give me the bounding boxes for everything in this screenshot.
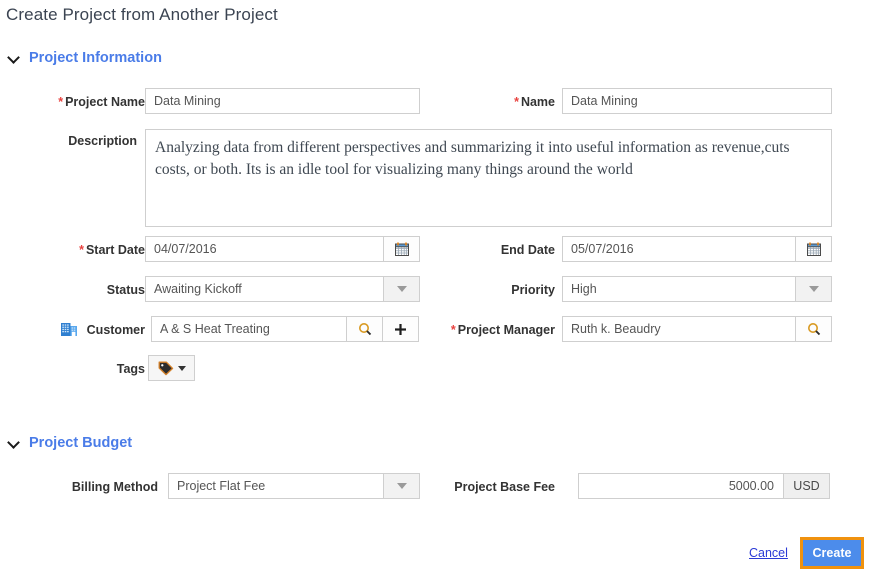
search-icon bbox=[358, 322, 372, 336]
caret-down-icon bbox=[177, 365, 186, 371]
tag-icon bbox=[158, 361, 174, 376]
label-start-date: * Start Date bbox=[10, 243, 145, 257]
label-status: Status bbox=[106, 283, 145, 297]
label-project-manager-text: Project Manager bbox=[457, 323, 555, 337]
project-name-input[interactable]: Data Mining bbox=[145, 88, 420, 114]
start-date-group[interactable]: 04/07/2016 bbox=[145, 236, 420, 262]
tags-button[interactable] bbox=[148, 355, 195, 381]
create-button[interactable]: Create bbox=[800, 537, 864, 569]
section-title-project-budget: Project Budget bbox=[29, 435, 133, 451]
building-icon bbox=[60, 320, 78, 338]
search-icon bbox=[807, 322, 821, 336]
chevron-down-icon bbox=[8, 436, 22, 450]
customer-input[interactable]: A & S Heat Treating bbox=[151, 316, 347, 342]
project-base-fee-group[interactable]: 5000.00 USD bbox=[578, 473, 830, 499]
priority-value[interactable]: High bbox=[562, 276, 796, 302]
label-project-name-text: Project Name bbox=[65, 95, 145, 109]
label-customer: Customer bbox=[86, 323, 145, 337]
calendar-icon bbox=[394, 242, 409, 256]
required-marker-name: * bbox=[514, 95, 519, 109]
label-project-base-fee: Project Base Fee bbox=[454, 480, 555, 494]
label-tags: Tags bbox=[116, 362, 145, 376]
label-project-manager: * Project Manager bbox=[420, 323, 555, 337]
description-textarea[interactable]: Analyzing data from different perspectiv… bbox=[145, 129, 832, 227]
project-base-fee-currency: USD bbox=[784, 473, 830, 499]
section-header-project-budget[interactable]: Project Budget bbox=[8, 435, 132, 451]
chevron-down-icon bbox=[396, 286, 407, 292]
customer-add-button[interactable] bbox=[383, 316, 419, 342]
billing-method-select[interactable]: Project Flat Fee bbox=[168, 473, 420, 499]
section-header-project-information[interactable]: Project Information bbox=[8, 50, 162, 66]
status-select[interactable]: Awaiting Kickoff bbox=[145, 276, 420, 302]
label-description: Description bbox=[68, 134, 137, 148]
project-manager-input[interactable]: Ruth k. Beaudry bbox=[562, 316, 796, 342]
customer-group[interactable]: A & S Heat Treating bbox=[151, 316, 419, 342]
priority-select[interactable]: High bbox=[562, 276, 832, 302]
end-date-group[interactable]: 05/07/2016 bbox=[562, 236, 832, 262]
billing-method-value[interactable]: Project Flat Fee bbox=[168, 473, 384, 499]
priority-dropdown-button[interactable] bbox=[796, 276, 832, 302]
customer-search-button[interactable] bbox=[347, 316, 383, 342]
chevron-down-icon bbox=[808, 286, 819, 292]
label-name-text: Name bbox=[520, 95, 555, 109]
label-project-name: * Project Name bbox=[10, 95, 145, 109]
project-manager-group[interactable]: Ruth k. Beaudry bbox=[562, 316, 832, 342]
label-billing-method: Billing Method bbox=[71, 480, 158, 494]
label-end-date: End Date bbox=[500, 243, 555, 257]
end-date-input[interactable]: 05/07/2016 bbox=[562, 236, 796, 262]
plus-icon bbox=[394, 323, 407, 336]
name-input[interactable]: Data Mining bbox=[562, 88, 832, 114]
required-marker-project-name: * bbox=[58, 95, 64, 109]
calendar-icon bbox=[806, 242, 821, 256]
label-priority: Priority bbox=[511, 283, 555, 297]
cancel-link[interactable]: Cancel bbox=[749, 546, 788, 560]
required-marker-start-date: * bbox=[79, 243, 84, 257]
chevron-down-icon bbox=[8, 51, 22, 65]
status-dropdown-button[interactable] bbox=[384, 276, 420, 302]
status-value[interactable]: Awaiting Kickoff bbox=[145, 276, 384, 302]
section-title-project-information: Project Information bbox=[29, 50, 162, 66]
project-manager-search-button[interactable] bbox=[796, 316, 832, 342]
chevron-down-icon bbox=[396, 483, 407, 489]
billing-method-dropdown-button[interactable] bbox=[384, 473, 420, 499]
required-marker-project-manager: * bbox=[450, 323, 456, 337]
label-start-date-text: Start Date bbox=[85, 243, 145, 257]
end-date-calendar-button[interactable] bbox=[796, 236, 832, 262]
page-title: Create Project from Another Project bbox=[6, 5, 278, 24]
project-base-fee-input[interactable]: 5000.00 bbox=[578, 473, 784, 499]
label-name: * Name bbox=[420, 95, 555, 109]
start-date-input[interactable]: 04/07/2016 bbox=[145, 236, 384, 262]
start-date-calendar-button[interactable] bbox=[384, 236, 420, 262]
